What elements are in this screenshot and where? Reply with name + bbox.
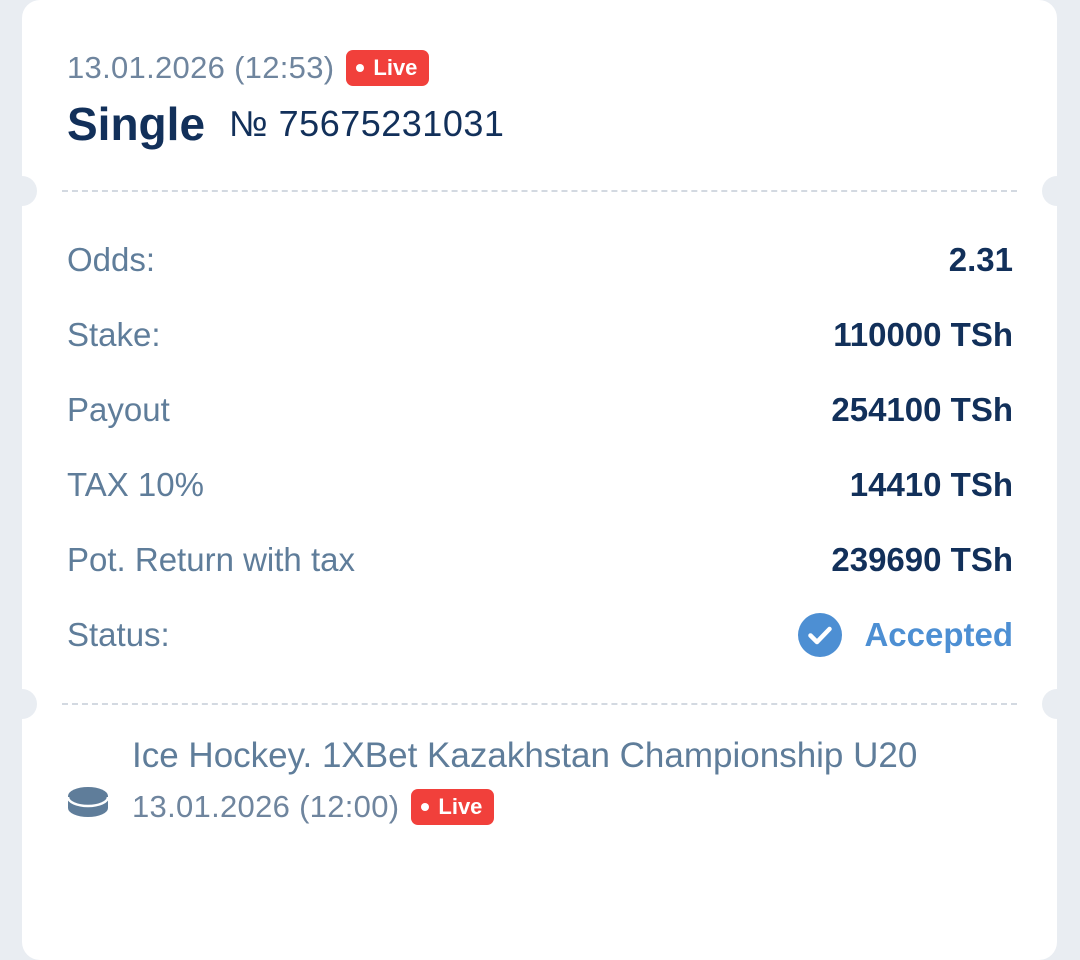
odds-label: Odds: — [67, 241, 156, 278]
odds-row: Odds: 2.31 — [67, 235, 1013, 285]
status-label: Status: — [67, 616, 170, 653]
tax-row: TAX 10% 14410 TSh — [67, 460, 1013, 510]
live-badge-label: Live — [438, 794, 483, 819]
ticket-notch-right — [1042, 176, 1072, 206]
payout-row: Payout 254100 TSh — [67, 385, 1013, 435]
payout-value: 254100 TSh — [831, 391, 1013, 428]
bet-title-row: Single № 75675231031 — [67, 96, 504, 152]
odds-value: 2.31 — [948, 241, 1013, 278]
stake-label: Stake: — [67, 316, 161, 353]
stake-row: Stake: 110000 TSh — [67, 310, 1013, 360]
status-text: Accepted — [864, 616, 1013, 653]
dashed-divider — [62, 190, 1017, 192]
status-row: Status: Accepted — [67, 610, 1013, 660]
live-badge-label: Live — [373, 55, 418, 80]
stake-value: 110000 TSh — [833, 316, 1013, 353]
return-row: Pot. Return with tax 239690 TSh — [67, 535, 1013, 585]
return-value: 239690 TSh — [831, 541, 1013, 578]
return-label: Pot. Return with tax — [67, 541, 355, 578]
event-title: Ice Hockey. 1XBet Kazakhstan Championshi… — [132, 736, 918, 775]
event-date-row: 13.01.2026 (12:00) Live — [132, 787, 992, 827]
bet-date-time: 13.01.2026 (12:53) — [67, 50, 335, 85]
event-block[interactable]: Ice Hockey. 1XBet Kazakhstan Championshi… — [132, 733, 992, 827]
event-live-badge: Live — [411, 789, 495, 825]
ticket-notch-left — [7, 176, 37, 206]
live-dot-icon — [421, 803, 430, 811]
event-date-time: 13.01.2026 (12:00) — [132, 789, 400, 824]
tax-value: 14410 TSh — [849, 466, 1013, 503]
payout-label: Payout — [67, 391, 170, 428]
ticket-notch-right — [1042, 689, 1072, 719]
status-value: Accepted — [798, 613, 1013, 657]
bet-type: Single — [67, 98, 206, 150]
bet-card[interactable]: 13.01.2026 (12:53) Live Single № 7567523… — [22, 0, 1057, 960]
live-dot-icon — [356, 64, 365, 72]
bet-date-row: 13.01.2026 (12:53) Live — [67, 48, 430, 88]
hockey-puck-icon — [66, 787, 110, 817]
bet-number: № 75675231031 — [229, 103, 505, 144]
ticket-notch-left — [7, 689, 37, 719]
dashed-divider — [62, 703, 1017, 705]
tax-label: TAX 10% — [67, 466, 204, 503]
live-badge: Live — [346, 50, 430, 86]
check-circle-icon — [798, 613, 843, 657]
